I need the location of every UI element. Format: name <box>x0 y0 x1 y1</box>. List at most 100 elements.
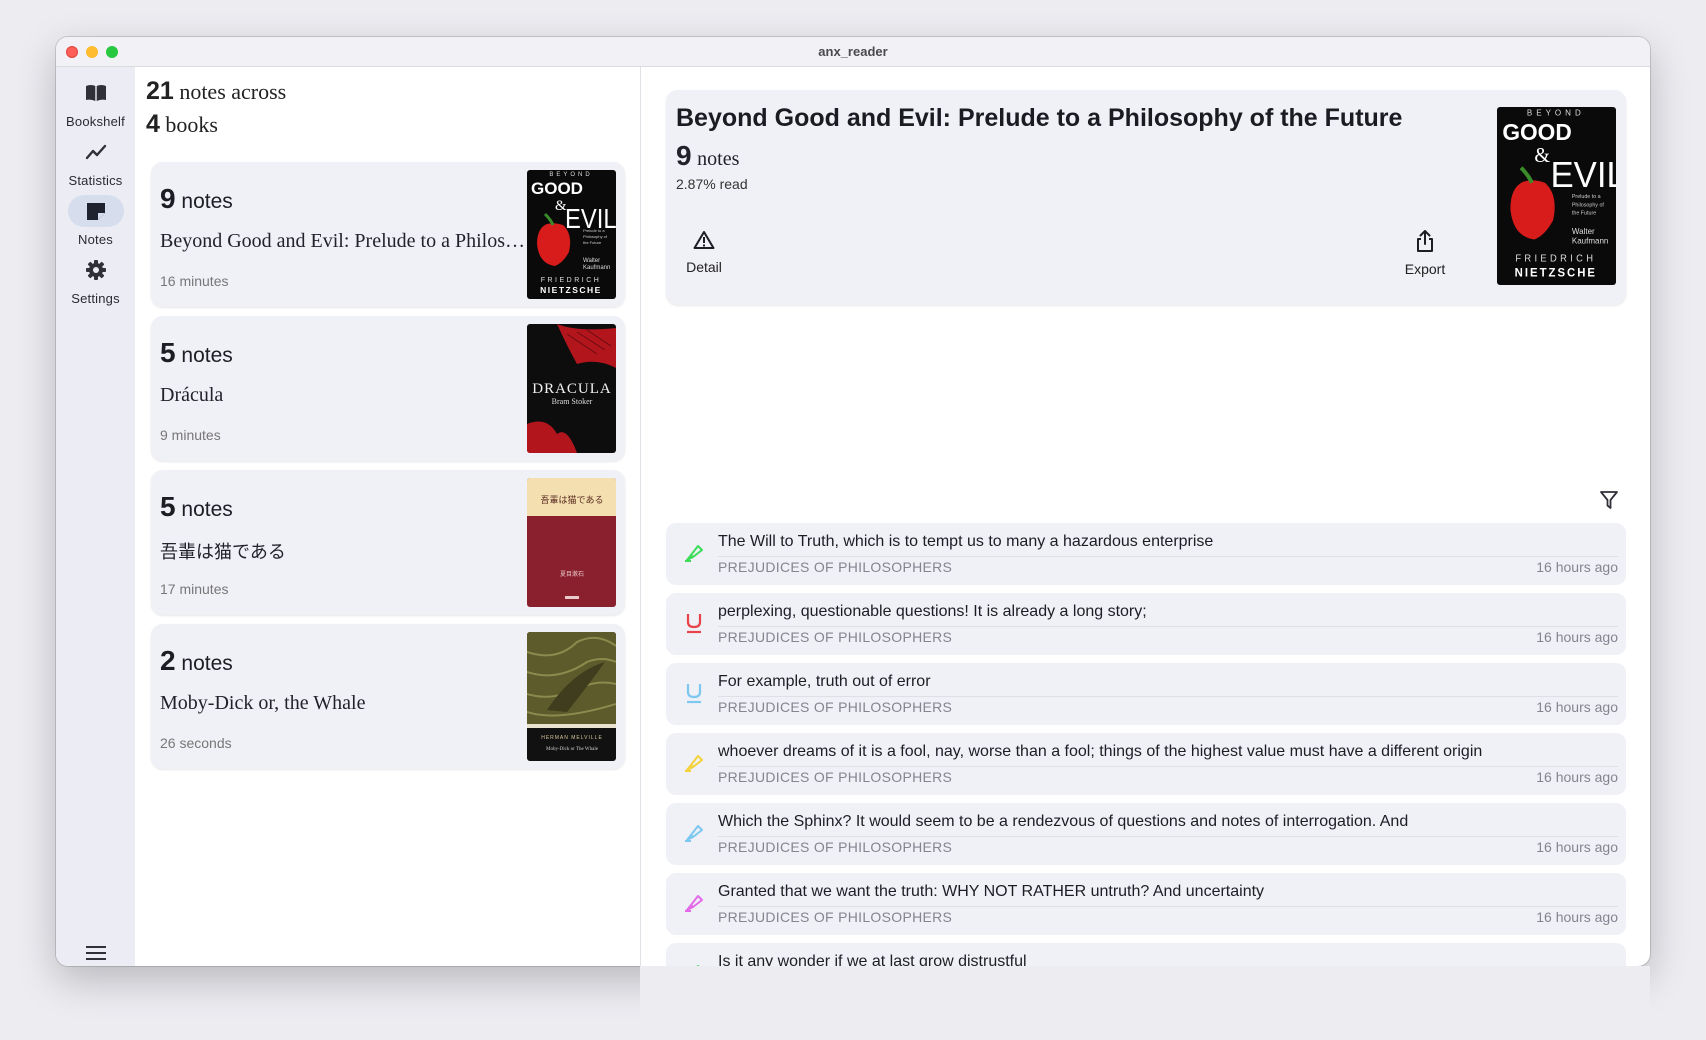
book-card-beyond-good-and-evil[interactable]: 9 notes Beyond Good and Evil: Prelude to… <box>151 162 625 307</box>
svg-text:NIETZSCHE: NIETZSCHE <box>1515 268 1597 280</box>
book-title: Drácula <box>160 384 224 406</box>
underline-icon <box>682 611 706 635</box>
svg-text:&: & <box>1534 145 1550 167</box>
svg-text:FRIEDRICH: FRIEDRICH <box>541 277 602 284</box>
close-window-button[interactable] <box>66 46 78 58</box>
summary-notes-label: notes across <box>179 79 287 104</box>
svg-text:Walter: Walter <box>583 258 600 264</box>
reading-time: 17 minutes <box>160 581 229 597</box>
note-timestamp: 16 hours ago <box>1536 559 1618 575</box>
note-chapter: PREJUDICES OF PHILOSOPHERS <box>718 909 953 925</box>
navigation-rail: Bookshelf Statistics Notes Settings <box>56 67 135 966</box>
svg-text:the Future: the Future <box>583 240 602 245</box>
reading-time: 16 minutes <box>160 273 229 289</box>
detail-book-cover: BEYOND GOOD & EVIL Prelude to a Philosop… <box>1497 107 1616 285</box>
book-card-wagahai[interactable]: 5 notes 吾輩は猫である 17 minutes 吾輩は猫である 夏目漱石 <box>151 470 625 615</box>
note-item[interactable]: Which the Sphinx? It would seem to be a … <box>666 803 1626 865</box>
summary-books-label: books <box>165 112 218 137</box>
note-chapter: PREJUDICES OF PHILOSOPHERS <box>718 699 953 715</box>
note-text: perplexing, questionable questions! It i… <box>718 603 1147 620</box>
hamburger-menu-button[interactable] <box>56 946 135 965</box>
chart-line-icon <box>56 136 135 168</box>
svg-text:NIETZSCHE: NIETZSCHE <box>540 285 602 295</box>
note-chapter: PREJUDICES OF PHILOSOPHERS <box>718 629 953 645</box>
note-icon <box>67 195 124 227</box>
minimize-window-button[interactable] <box>86 46 98 58</box>
zoom-window-button[interactable] <box>106 46 118 58</box>
detail-notes-count: 9 notes <box>676 140 740 171</box>
detail-button[interactable]: Detail <box>659 230 749 275</box>
note-divider <box>718 766 1618 767</box>
svg-text:the Future: the Future <box>1572 211 1596 217</box>
notes-summary: 21 notes across 4 books <box>146 75 286 141</box>
svg-text:Prelude to a: Prelude to a <box>583 228 605 233</box>
svg-text:GOOD: GOOD <box>531 179 583 198</box>
note-divider <box>718 906 1618 907</box>
book-cover: BEYOND GOOD & EVIL Prelude to a Philosop… <box>527 170 616 299</box>
nav-item-bookshelf[interactable]: Bookshelf <box>56 77 135 129</box>
note-timestamp: 16 hours ago <box>1536 909 1618 925</box>
svg-text:BEYOND: BEYOND <box>1527 108 1585 117</box>
note-item[interactable]: For example, truth out of error PREJUDIC… <box>666 663 1626 725</box>
book-card-dracula[interactable]: 5 notes Drácula 9 minutes DRACULA Bram S… <box>151 316 625 461</box>
export-button-label: Export <box>1404 261 1446 277</box>
filter-button[interactable] <box>1599 490 1619 515</box>
svg-text:GOOD: GOOD <box>1502 119 1571 145</box>
svg-text:FRIEDRICH: FRIEDRICH <box>1515 253 1596 264</box>
book-notes-count: 2 notes <box>160 645 233 676</box>
note-timestamp: 16 hours ago <box>1536 769 1618 785</box>
nav-label: Settings <box>71 291 120 306</box>
svg-text:夏目漱石: 夏目漱石 <box>560 570 584 578</box>
warning-triangle-icon <box>693 231 715 249</box>
nav-item-statistics[interactable]: Statistics <box>56 136 135 188</box>
svg-text:Philosophy of: Philosophy of <box>1572 202 1605 208</box>
book-notes-count: 5 notes <box>160 337 233 368</box>
svg-text:Walter: Walter <box>1572 227 1595 236</box>
book-cover: 吾輩は猫である 夏目漱石 <box>527 478 616 607</box>
underline-icon <box>682 681 706 705</box>
svg-text:HERMAN MELVILLE: HERMAN MELVILLE <box>541 735 603 741</box>
hamburger-menu-icon <box>85 946 106 960</box>
svg-text:DRACULA: DRACULA <box>532 381 612 397</box>
note-chapter: PREJUDICES OF PHILOSOPHERS <box>718 559 953 575</box>
reading-time: 9 minutes <box>160 427 221 443</box>
svg-text:BEYOND: BEYOND <box>549 172 592 178</box>
share-export-icon <box>1417 230 1433 252</box>
note-timestamp: 16 hours ago <box>1536 839 1618 855</box>
nav-item-notes[interactable]: Notes <box>56 195 135 247</box>
svg-text:Kaufmann: Kaufmann <box>1572 236 1609 245</box>
nav-item-settings[interactable]: Settings <box>56 254 135 306</box>
highlighter-icon <box>682 751 706 775</box>
nav-label: Bookshelf <box>66 114 125 129</box>
book-notes-count: 5 notes <box>160 491 233 522</box>
note-item[interactable]: Granted that we want the truth: WHY NOT … <box>666 873 1626 935</box>
export-button[interactable]: Export <box>1380 230 1470 277</box>
book-cover: HERMAN MELVILLE Moby-Dick or The Whale <box>527 632 616 761</box>
highlighter-icon <box>682 891 706 915</box>
note-item[interactable]: perplexing, questionable questions! It i… <box>666 593 1626 655</box>
nav-label: Notes <box>78 232 113 247</box>
gear-icon <box>56 254 135 286</box>
note-chapter: PREJUDICES OF PHILOSOPHERS <box>718 769 953 785</box>
note-timestamp: 16 hours ago <box>1536 699 1618 715</box>
book-title: 吾輩は猫である <box>160 542 286 563</box>
book-cover: DRACULA Bram Stoker <box>527 324 616 453</box>
svg-text:Kaufmann: Kaufmann <box>583 265 610 271</box>
svg-text:Bram Stoker: Bram Stoker <box>552 397 593 406</box>
note-item[interactable]: whoever dreams of it is a fool, nay, wor… <box>666 733 1626 795</box>
note-timestamp: 16 hours ago <box>1536 629 1618 645</box>
note-item[interactable]: The Will to Truth, which is to tempt us … <box>666 523 1626 585</box>
highlighter-icon <box>682 541 706 565</box>
svg-text:Moby-Dick or The Whale: Moby-Dick or The Whale <box>546 747 599 752</box>
book-notes-count: 9 notes <box>160 183 233 214</box>
filter-funnel-icon <box>1600 491 1618 509</box>
note-text: For example, truth out of error <box>718 673 931 690</box>
note-divider <box>718 696 1618 697</box>
svg-text:EVIL: EVIL <box>1550 156 1616 196</box>
total-notes-count: 21 <box>146 77 174 105</box>
detail-book-title: Beyond Good and Evil: Prelude to a Philo… <box>676 104 1403 132</box>
book-card-moby-dick[interactable]: 2 notes Moby-Dick or, the Whale 26 secon… <box>151 624 625 769</box>
note-chapter: PREJUDICES OF PHILOSOPHERS <box>718 839 953 855</box>
note-text: whoever dreams of it is a fool, nay, wor… <box>718 743 1483 760</box>
total-books-count: 4 <box>146 110 160 138</box>
